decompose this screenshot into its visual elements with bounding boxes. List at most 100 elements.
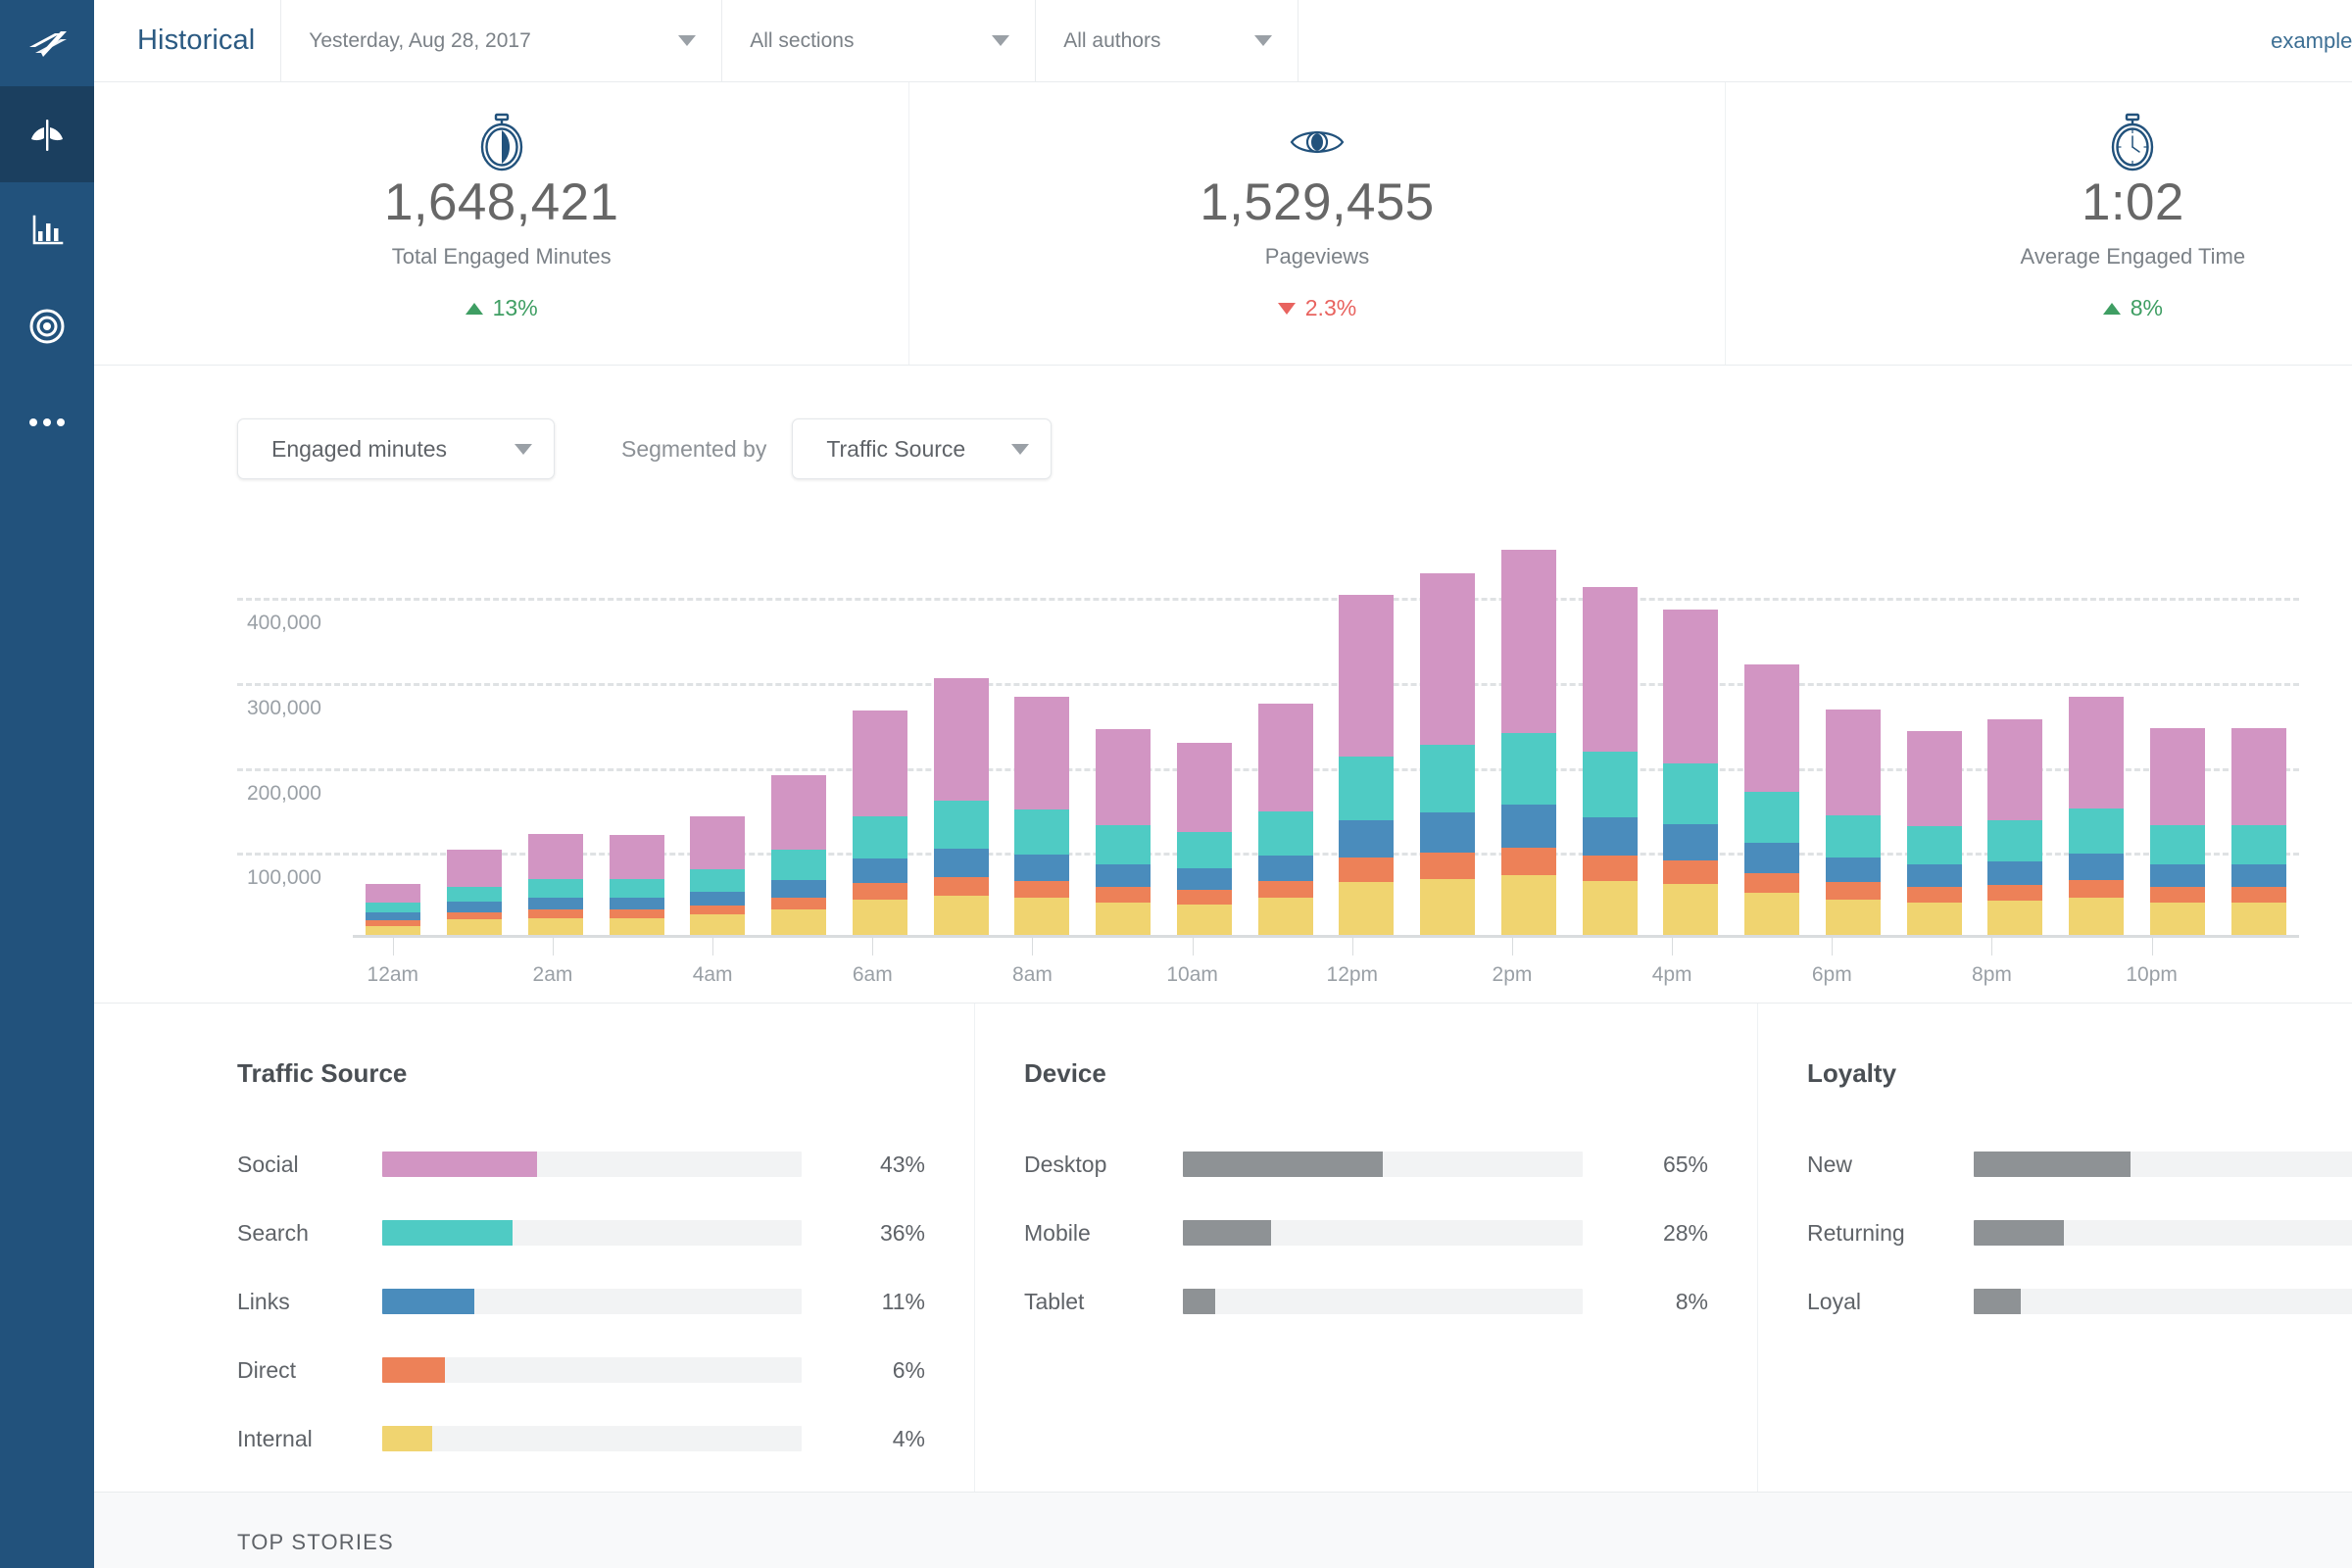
bar-slot[interactable]: [1489, 550, 1570, 935]
breakdown-bar-track: [382, 1289, 802, 1314]
date-range-select[interactable]: Yesterday, Aug 28, 2017: [280, 0, 721, 81]
stacked-bar[interactable]: [527, 833, 583, 935]
stacked-bar[interactable]: [1582, 586, 1638, 935]
x-axis-tick-label: 8am: [1012, 963, 1053, 986]
bar-segment-links: [1014, 854, 1070, 881]
authors-select[interactable]: All authors: [1035, 0, 1298, 81]
stacked-bar[interactable]: [690, 815, 746, 935]
bar-segment-social: [2230, 727, 2286, 826]
bar-slot[interactable]: [1164, 556, 1246, 935]
breakdown-row[interactable]: Loyal12%: [1807, 1267, 2352, 1336]
bar-slot[interactable]: [2218, 556, 2299, 935]
parsely-logo-icon: [22, 18, 73, 69]
stacked-bar[interactable]: [1096, 729, 1152, 935]
bar-slot[interactable]: [434, 556, 515, 935]
breakdown-bar-track: [1183, 1152, 1583, 1177]
x-axis-tick: [1672, 938, 1674, 956]
sidebar-item-analytics[interactable]: [0, 182, 94, 278]
breakdown-row[interactable]: Social 43%: [237, 1130, 925, 1199]
breakdown-bar-track: [382, 1357, 802, 1383]
breakdown-row[interactable]: Mobile 28%: [1024, 1199, 1708, 1267]
stacked-bar[interactable]: [1014, 697, 1070, 935]
stacked-bar[interactable]: [2069, 696, 2125, 935]
stacked-bar[interactable]: [1257, 704, 1313, 935]
breakdown-label: Tablet: [1024, 1288, 1085, 1314]
stacked-bar[interactable]: [1339, 595, 1395, 935]
segment-dropdown[interactable]: Traffic Source: [792, 418, 1053, 479]
bar-slot[interactable]: [1326, 556, 1407, 935]
bar-slot[interactable]: [353, 556, 434, 935]
bar-slot[interactable]: [1893, 556, 1975, 935]
bar-slot[interactable]: [1650, 556, 1732, 935]
bar-segment-internal: [447, 919, 503, 935]
breakdown-row[interactable]: Internal 4%: [237, 1404, 925, 1473]
breakdown-value: 43%: [879, 1151, 925, 1177]
bar-slot[interactable]: [1002, 556, 1083, 935]
bar-slot[interactable]: [1407, 556, 1489, 935]
stacked-bar[interactable]: [1663, 610, 1719, 935]
bar-slot[interactable]: [2137, 556, 2219, 935]
arrow-up-icon: [2102, 302, 2121, 315]
top-stories-heading: TOP STORIES: [237, 1530, 394, 1554]
x-axis-tick-label: 6am: [852, 963, 893, 986]
breakdown-row[interactable]: New55%: [1807, 1130, 2352, 1199]
bar-segment-links: [933, 849, 989, 878]
panel-body: Device Desktop 65% Mobile 28% Tablet 8%: [975, 1058, 1757, 1336]
bar-segment-social: [1176, 743, 1232, 833]
panel-body: Traffic Source Social 43% Search 36% Links 11%…: [94, 1058, 974, 1473]
stacked-bar[interactable]: [1744, 664, 1800, 935]
stacked-bar[interactable]: [1176, 743, 1232, 935]
stacked-bar[interactable]: [447, 850, 503, 935]
sidebar-item-more[interactable]: [0, 374, 94, 470]
sidebar-item-dashboard[interactable]: [0, 86, 94, 182]
stacked-bar[interactable]: [609, 834, 664, 935]
bar-slot[interactable]: [1569, 556, 1650, 935]
bar-slot[interactable]: [920, 556, 1002, 935]
stacked-bar[interactable]: [1906, 731, 1962, 935]
breakdown-row[interactable]: Search 36%: [237, 1199, 925, 1267]
stacked-bar[interactable]: [1825, 710, 1881, 935]
bar-segment-search: [771, 850, 827, 880]
y-axis-tick-label: 200,000: [247, 781, 321, 805]
bar-slot[interactable]: [1975, 556, 2056, 935]
stacked-bar[interactable]: [933, 678, 989, 935]
bar-slot[interactable]: [840, 556, 921, 935]
breakdown-row[interactable]: Links 11%: [237, 1267, 925, 1336]
breakdown-row[interactable]: Returning33%: [1807, 1199, 2352, 1267]
breakdown-row[interactable]: Direct 6%: [237, 1336, 925, 1404]
breakdown-row[interactable]: Tablet 8%: [1024, 1267, 1708, 1336]
stacked-bar[interactable]: [1420, 572, 1476, 935]
stacked-bar[interactable]: [2230, 727, 2286, 935]
date-range-value: Yesterday, Aug 28, 2017: [309, 28, 531, 52]
sections-select[interactable]: All sections: [721, 0, 1035, 81]
bar-segment-internal: [1825, 899, 1881, 935]
breakdown-row[interactable]: Desktop 65%: [1024, 1130, 1708, 1199]
site-select[interactable]: example.com: [2271, 28, 2352, 54]
bar-slot[interactable]: [1732, 556, 1813, 935]
bar-slot[interactable]: [1083, 556, 1164, 935]
sidebar-logo[interactable]: [0, 0, 94, 86]
stacked-bar[interactable]: [1500, 550, 1556, 935]
site-name-label: example.com: [2271, 27, 2352, 53]
bar-segment-links: [1500, 805, 1556, 848]
x-axis-tick-label: 2pm: [1492, 963, 1533, 986]
metric-dropdown[interactable]: Engaged minutes: [237, 418, 555, 479]
bar-segment-social: [1744, 664, 1800, 793]
panel-title: Traffic Source: [237, 1058, 408, 1088]
stacked-bar[interactable]: [771, 775, 827, 935]
stacked-bar[interactable]: [1987, 718, 2043, 935]
bar-slot[interactable]: [596, 556, 677, 935]
bar-slot[interactable]: [1813, 556, 1894, 935]
metric-pageviews: 1,529,455 Pageviews 2.3%: [909, 82, 1726, 365]
bar-slot[interactable]: [515, 556, 597, 935]
bar-segment-links: [1744, 843, 1800, 873]
bar-slot[interactable]: [759, 556, 840, 935]
bar-slot[interactable]: [677, 556, 759, 935]
sidebar-item-goals[interactable]: [0, 278, 94, 374]
bar-slot[interactable]: [1245, 556, 1326, 935]
stacked-bar[interactable]: [366, 884, 421, 935]
bar-segment-direct: [1825, 882, 1881, 900]
stacked-bar[interactable]: [852, 710, 907, 935]
bar-slot[interactable]: [2056, 556, 2137, 935]
stacked-bar[interactable]: [2149, 727, 2205, 935]
